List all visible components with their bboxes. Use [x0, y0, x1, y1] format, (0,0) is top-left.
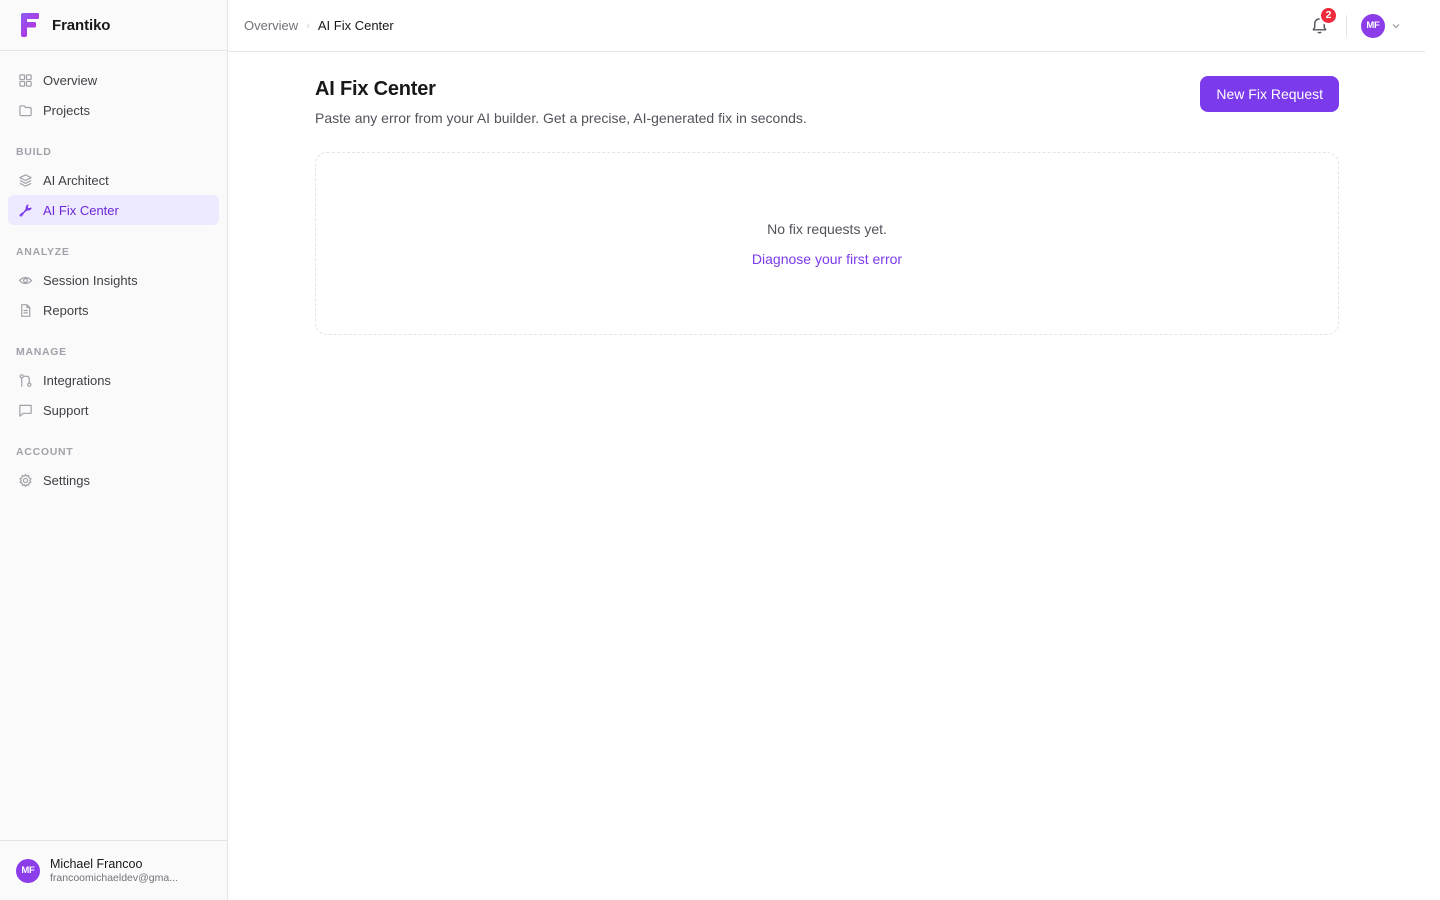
- header-actions: 2 MF: [1308, 0, 1401, 51]
- brand-logo-icon: [21, 13, 39, 37]
- brand-name: Frantiko: [52, 16, 111, 34]
- user-email: francoomichaeldev@gma...: [50, 872, 178, 884]
- chevron-right-icon: ›: [306, 19, 310, 32]
- section-label-build: BUILD: [16, 146, 52, 158]
- sidebar-item-ai-architect[interactable]: AI Architect: [8, 165, 219, 195]
- sidebar-item-support[interactable]: Support: [8, 395, 219, 425]
- sidebar-item-overview[interactable]: Overview: [8, 65, 219, 95]
- sidebar-item-label: Projects: [43, 102, 90, 118]
- section-label-manage: MANAGE: [16, 346, 67, 358]
- wrench-icon: [18, 203, 33, 218]
- section-label-analyze: ANALYZE: [16, 246, 70, 258]
- sidebar-nav: Overview Projects BUILD AI Architect AI …: [0, 51, 227, 495]
- sidebar-item-label: Reports: [43, 302, 89, 318]
- document-icon: [18, 303, 33, 318]
- folder-icon: [18, 103, 33, 118]
- sidebar-item-label: Support: [43, 402, 89, 418]
- top-header: Overview › AI Fix Center 2 MF: [228, 0, 1425, 52]
- user-name: Michael Francoo: [50, 857, 143, 871]
- git-branch-icon: [18, 373, 33, 388]
- account-menu-button[interactable]: MF: [1361, 13, 1401, 38]
- breadcrumb-current: AI Fix Center: [317, 18, 394, 33]
- sidebar-item-label: Session Insights: [43, 272, 138, 288]
- page-title: AI Fix Center: [315, 78, 436, 100]
- page-subtitle: Paste any error from your AI builder. Ge…: [315, 110, 807, 126]
- divider: [1346, 14, 1347, 37]
- sidebar-item-label: Settings: [43, 472, 90, 488]
- section-label-account: ACCOUNT: [16, 446, 74, 458]
- sidebar-item-settings[interactable]: Settings: [8, 465, 219, 495]
- empty-state-message: No fix requests yet.: [767, 220, 887, 237]
- empty-state: No fix requests yet. Diagnose your first…: [315, 152, 1339, 335]
- chevron-down-icon: [1391, 21, 1401, 31]
- sidebar-item-label: Integrations: [43, 372, 111, 388]
- diagnose-first-error-link[interactable]: Diagnose your first error: [752, 251, 902, 267]
- sidebar-item-label: AI Architect: [43, 172, 109, 188]
- user-profile[interactable]: MF Michael Francoo francoomichaeldev@gma…: [0, 840, 227, 900]
- sidebar-item-projects[interactable]: Projects: [8, 95, 219, 125]
- sidebar-item-integrations[interactable]: Integrations: [8, 365, 219, 395]
- brand[interactable]: Frantiko: [0, 0, 227, 51]
- sidebar-item-session-insights[interactable]: Session Insights: [8, 265, 219, 295]
- new-fix-request-button[interactable]: New Fix Request: [1200, 76, 1339, 112]
- message-icon: [18, 403, 33, 418]
- user-info: Michael Francoo francoomichaeldev@gma...: [50, 857, 190, 884]
- grid-icon: [18, 73, 33, 88]
- sidebar-item-ai-fix-center[interactable]: AI Fix Center: [8, 195, 219, 225]
- eye-icon: [18, 273, 33, 288]
- avatar: MF: [1361, 13, 1385, 38]
- sidebar-item-label: Overview: [43, 72, 98, 88]
- sidebar-item-label: AI Fix Center: [43, 202, 119, 218]
- notification-badge: 2: [1319, 5, 1338, 25]
- gear-icon: [18, 473, 33, 488]
- notifications-button[interactable]: 2: [1308, 5, 1338, 37]
- layers-icon: [18, 173, 33, 188]
- avatar: MF: [16, 858, 40, 883]
- sidebar: Frantiko Overview Projects BUILD AI Arch…: [0, 0, 228, 900]
- breadcrumb: Overview › AI Fix Center: [244, 0, 394, 51]
- sidebar-item-reports[interactable]: Reports: [8, 295, 219, 325]
- breadcrumb-overview-link[interactable]: Overview: [244, 18, 298, 33]
